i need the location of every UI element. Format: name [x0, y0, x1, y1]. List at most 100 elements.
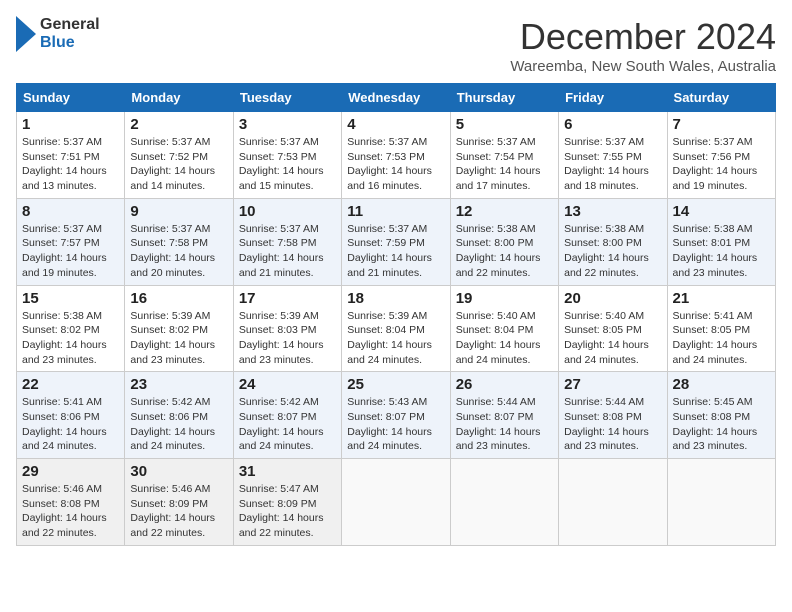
- col-wednesday: Wednesday: [342, 84, 450, 112]
- day-number: 1: [22, 116, 119, 133]
- col-friday: Friday: [559, 84, 667, 112]
- day-number: 19: [456, 290, 553, 307]
- table-cell: 31Sunrise: 5:47 AM Sunset: 8:09 PM Dayli…: [233, 459, 341, 546]
- day-number: 30: [130, 463, 227, 480]
- table-cell: [450, 459, 558, 546]
- day-number: 6: [564, 116, 661, 133]
- day-number: 26: [456, 376, 553, 393]
- table-cell: 10 Sunrise: 5:37 AM Sunset: 7:58 PM Dayli…: [233, 198, 341, 285]
- day-info: Sunrise: 5:38 AM Sunset: 8:00 PM Dayligh…: [564, 222, 661, 281]
- table-cell: 7 Sunrise: 5:37 AM Sunset: 7:56 PM Daylig…: [667, 112, 775, 199]
- day-info: Sunrise: 5:41 AM Sunset: 8:05 PM Dayligh…: [673, 309, 770, 368]
- day-number: 21: [673, 290, 770, 307]
- calendar-table: Sunday Monday Tuesday Wednesday Thursday…: [16, 83, 776, 546]
- table-cell: 18 Sunrise: 5:39 AM Sunset: 8:04 PM Dayli…: [342, 285, 450, 372]
- table-cell: 20Sunrise: 5:40 AM Sunset: 8:05 PM Dayli…: [559, 285, 667, 372]
- day-number: 17: [239, 290, 336, 307]
- location-title: Wareemba, New South Wales, Australia: [510, 58, 776, 75]
- table-cell: 13 Sunrise: 5:38 AM Sunset: 8:00 PM Dayli…: [559, 198, 667, 285]
- day-info: Sunrise: 5:43 AM Sunset: 8:07 PM Dayligh…: [347, 395, 444, 454]
- table-cell: 11 Sunrise: 5:37 AM Sunset: 7:59 PM Dayli…: [342, 198, 450, 285]
- day-number: 16: [130, 290, 227, 307]
- day-info: Sunrise: 5:45 AM Sunset: 8:08 PM Dayligh…: [673, 395, 770, 454]
- calendar-header-row: Sunday Monday Tuesday Wednesday Thursday…: [17, 84, 776, 112]
- day-number: 14: [673, 203, 770, 220]
- day-info: Sunrise: 5:39 AM Sunset: 8:04 PM Dayligh…: [347, 309, 444, 368]
- table-cell: 14Sunrise: 5:38 AM Sunset: 8:01 PM Dayli…: [667, 198, 775, 285]
- col-thursday: Thursday: [450, 84, 558, 112]
- col-monday: Monday: [125, 84, 233, 112]
- day-number: 2: [130, 116, 227, 133]
- day-info: Sunrise: 5:46 AM Sunset: 8:08 PM Dayligh…: [22, 482, 119, 541]
- table-cell: 24 Sunrise: 5:42 AM Sunset: 8:07 PM Dayli…: [233, 372, 341, 459]
- col-tuesday: Tuesday: [233, 84, 341, 112]
- calendar-row: 29 Sunrise: 5:46 AM Sunset: 8:08 PM Dayli…: [17, 459, 776, 546]
- title-section: December 2024 Wareemba, New South Wales,…: [510, 16, 776, 75]
- day-info: Sunrise: 5:37 AM Sunset: 7:58 PM Dayligh…: [239, 222, 336, 281]
- day-info: Sunrise: 5:47 AM Sunset: 8:09 PM Dayligh…: [239, 482, 336, 541]
- table-cell: 15 Sunrise: 5:38 AM Sunset: 8:02 PM Dayli…: [17, 285, 125, 372]
- day-info: Sunrise: 5:37 AM Sunset: 7:51 PM Dayligh…: [22, 135, 119, 194]
- table-cell: 27Sunrise: 5:44 AM Sunset: 8:08 PM Dayli…: [559, 372, 667, 459]
- table-cell: 25 Sunrise: 5:43 AM Sunset: 8:07 PM Dayli…: [342, 372, 450, 459]
- day-info: Sunrise: 5:37 AM Sunset: 7:52 PM Dayligh…: [130, 135, 227, 194]
- day-info: Sunrise: 5:38 AM Sunset: 8:02 PM Dayligh…: [22, 309, 119, 368]
- day-info: Sunrise: 5:37 AM Sunset: 7:53 PM Dayligh…: [239, 135, 336, 194]
- header: General Blue December 2024 Wareemba, New…: [16, 16, 776, 75]
- table-cell: 9Sunrise: 5:37 AM Sunset: 7:58 PM Daylig…: [125, 198, 233, 285]
- calendar-row: 22 Sunrise: 5:41 AM Sunset: 8:06 PM Dayli…: [17, 372, 776, 459]
- col-saturday: Saturday: [667, 84, 775, 112]
- day-number: 28: [673, 376, 770, 393]
- table-cell: 1 Sunrise: 5:37 AM Sunset: 7:51 PM Daylig…: [17, 112, 125, 199]
- day-info: Sunrise: 5:38 AM Sunset: 8:00 PM Dayligh…: [456, 222, 553, 281]
- day-number: 3: [239, 116, 336, 133]
- day-info: Sunrise: 5:37 AM Sunset: 7:55 PM Dayligh…: [564, 135, 661, 194]
- day-info: Sunrise: 5:41 AM Sunset: 8:06 PM Dayligh…: [22, 395, 119, 454]
- day-info: Sunrise: 5:42 AM Sunset: 8:07 PM Dayligh…: [239, 395, 336, 454]
- day-number: 13: [564, 203, 661, 220]
- month-title: December 2024: [510, 16, 776, 58]
- day-number: 24: [239, 376, 336, 393]
- table-cell: 6 Sunrise: 5:37 AM Sunset: 7:55 PM Daylig…: [559, 112, 667, 199]
- day-number: 11: [347, 203, 444, 220]
- page-container: General Blue December 2024 Wareemba, New…: [16, 16, 776, 546]
- day-number: 12: [456, 203, 553, 220]
- day-number: 9: [130, 203, 227, 220]
- day-info: Sunrise: 5:37 AM Sunset: 7:57 PM Dayligh…: [22, 222, 119, 281]
- table-cell: 2 Sunrise: 5:37 AM Sunset: 7:52 PM Daylig…: [125, 112, 233, 199]
- calendar-row: 8Sunrise: 5:37 AM Sunset: 7:57 PM Daylig…: [17, 198, 776, 285]
- day-info: Sunrise: 5:44 AM Sunset: 8:08 PM Dayligh…: [564, 395, 661, 454]
- day-info: Sunrise: 5:37 AM Sunset: 7:56 PM Dayligh…: [673, 135, 770, 194]
- table-cell: [559, 459, 667, 546]
- day-number: 29: [22, 463, 119, 480]
- day-info: Sunrise: 5:44 AM Sunset: 8:07 PM Dayligh…: [456, 395, 553, 454]
- day-number: 7: [673, 116, 770, 133]
- day-number: 10: [239, 203, 336, 220]
- calendar-row: 15 Sunrise: 5:38 AM Sunset: 8:02 PM Dayli…: [17, 285, 776, 372]
- day-info: Sunrise: 5:37 AM Sunset: 7:53 PM Dayligh…: [347, 135, 444, 194]
- table-cell: 19Sunrise: 5:40 AM Sunset: 8:04 PM Dayli…: [450, 285, 558, 372]
- table-cell: 30 Sunrise: 5:46 AM Sunset: 8:09 PM Dayli…: [125, 459, 233, 546]
- day-number: 15: [22, 290, 119, 307]
- day-number: 18: [347, 290, 444, 307]
- calendar-row: 1 Sunrise: 5:37 AM Sunset: 7:51 PM Daylig…: [17, 112, 776, 199]
- table-cell: 23Sunrise: 5:42 AM Sunset: 8:06 PM Dayli…: [125, 372, 233, 459]
- day-number: 5: [456, 116, 553, 133]
- col-sunday: Sunday: [17, 84, 125, 112]
- table-cell: 4 Sunrise: 5:37 AM Sunset: 7:53 PM Daylig…: [342, 112, 450, 199]
- day-number: 23: [130, 376, 227, 393]
- table-cell: 22 Sunrise: 5:41 AM Sunset: 8:06 PM Dayli…: [17, 372, 125, 459]
- day-number: 25: [347, 376, 444, 393]
- day-number: 22: [22, 376, 119, 393]
- day-info: Sunrise: 5:37 AM Sunset: 7:59 PM Dayligh…: [347, 222, 444, 281]
- day-number: 4: [347, 116, 444, 133]
- day-info: Sunrise: 5:37 AM Sunset: 7:54 PM Dayligh…: [456, 135, 553, 194]
- table-cell: 28 Sunrise: 5:45 AM Sunset: 8:08 PM Dayli…: [667, 372, 775, 459]
- day-info: Sunrise: 5:46 AM Sunset: 8:09 PM Dayligh…: [130, 482, 227, 541]
- table-cell: 16Sunrise: 5:39 AM Sunset: 8:02 PM Dayli…: [125, 285, 233, 372]
- table-cell: 3 Sunrise: 5:37 AM Sunset: 7:53 PM Daylig…: [233, 112, 341, 199]
- table-cell: [342, 459, 450, 546]
- table-cell: 5 Sunrise: 5:37 AM Sunset: 7:54 PM Daylig…: [450, 112, 558, 199]
- table-cell: 12 Sunrise: 5:38 AM Sunset: 8:00 PM Dayli…: [450, 198, 558, 285]
- day-info: Sunrise: 5:40 AM Sunset: 8:05 PM Dayligh…: [564, 309, 661, 368]
